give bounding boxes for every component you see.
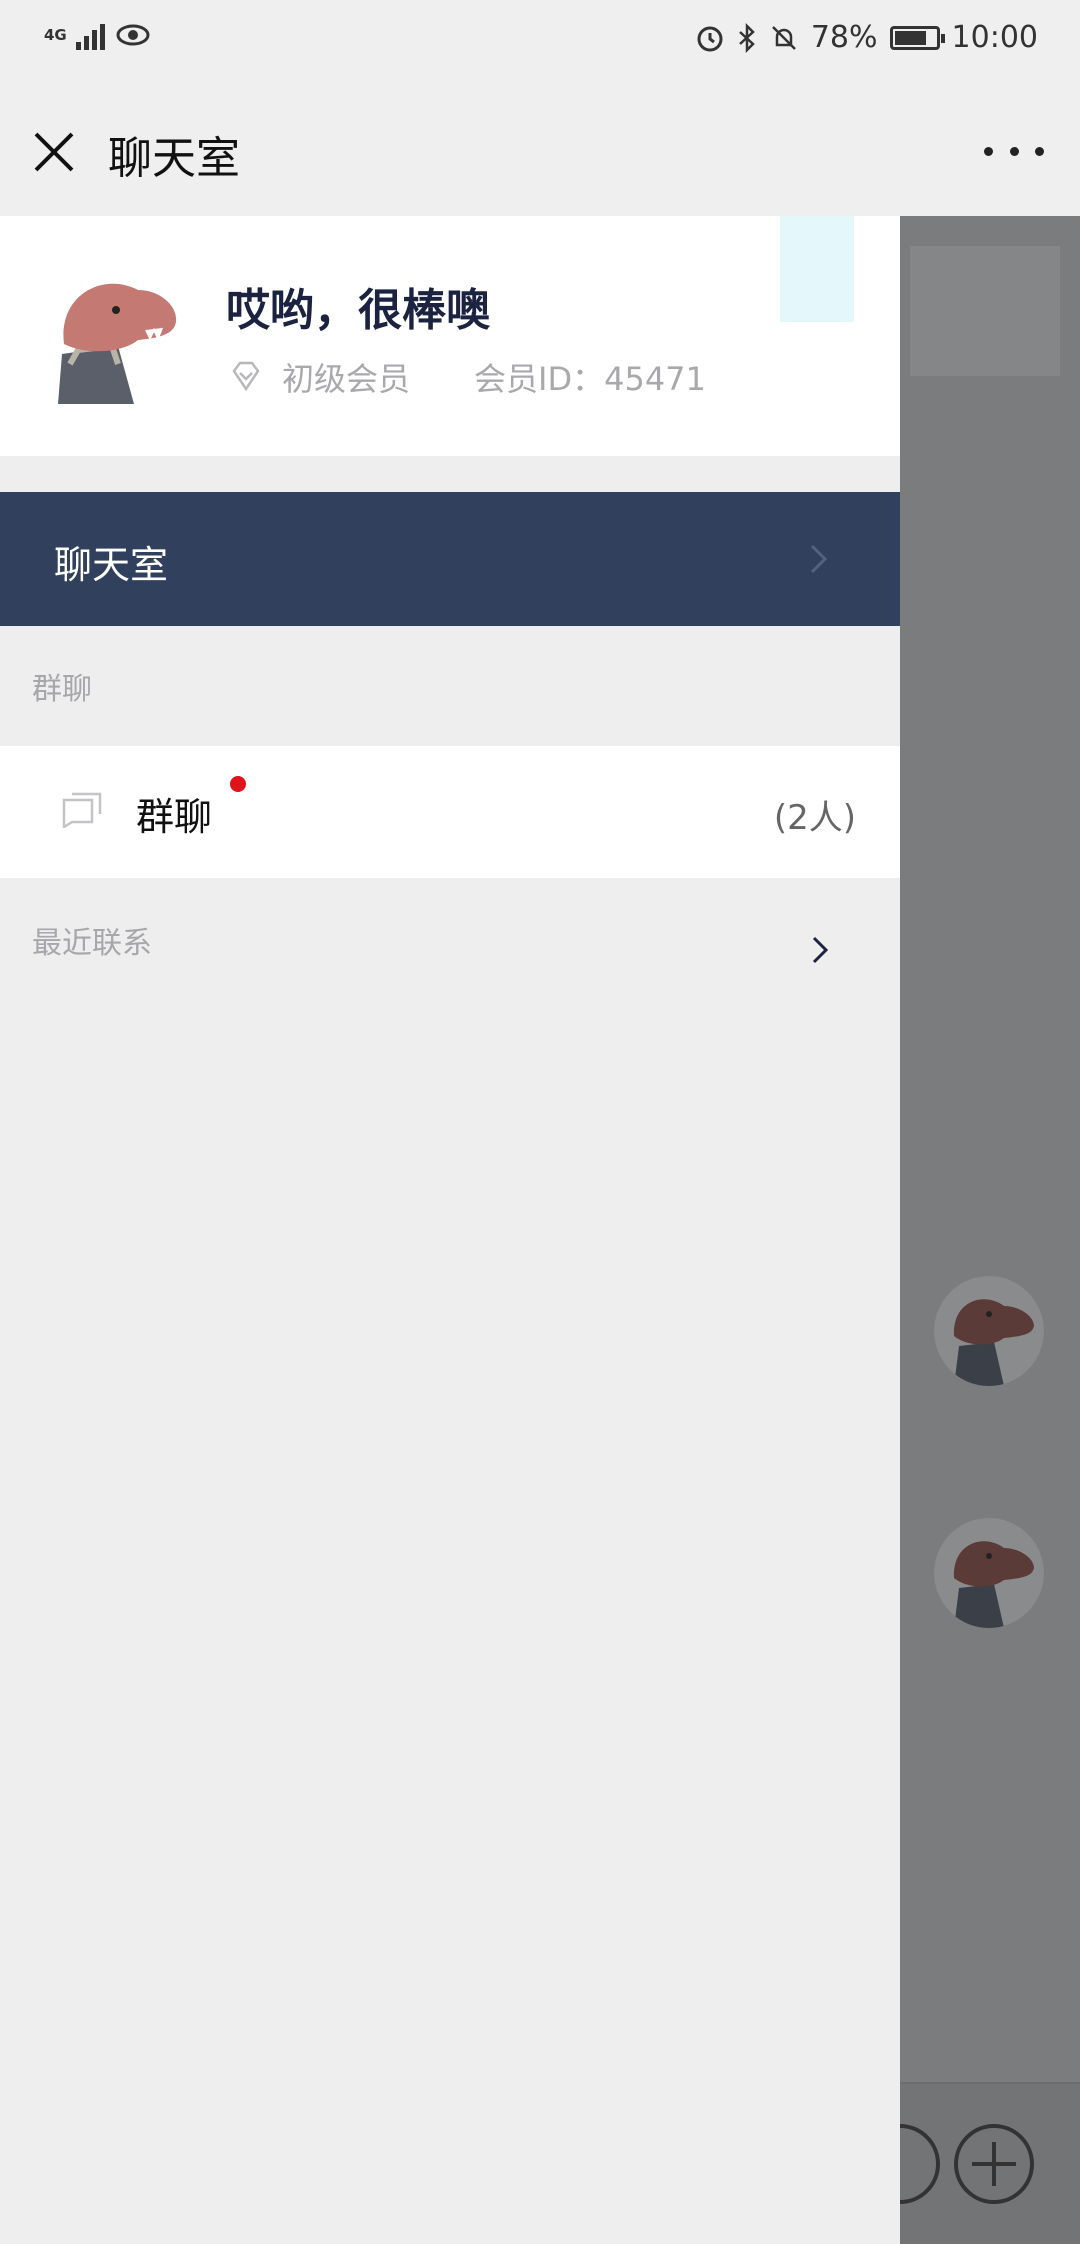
status-bar: 4G 78% 10:00 — [0, 0, 1080, 86]
clock: 10:00 — [951, 20, 1038, 55]
menu-item-chatroom[interactable]: 聊天室 — [0, 492, 900, 626]
chevron-right-icon[interactable] — [810, 934, 830, 966]
member-level: 初级会员 — [282, 360, 411, 398]
battery-fill — [894, 30, 926, 45]
unread-badge — [230, 776, 246, 792]
member-count: (2人) — [773, 798, 856, 838]
eye-icon — [116, 24, 150, 46]
avatar[interactable] — [48, 264, 188, 404]
status-right: 78% 10:00 — [695, 20, 1038, 55]
list-item-group[interactable]: 群聊 (2人) — [0, 746, 900, 878]
menu-item-label: 聊天室 — [54, 543, 169, 587]
battery-icon — [889, 25, 945, 50]
input-bar — [900, 2082, 1080, 2244]
bluetooth-icon — [738, 22, 755, 53]
background-overlay[interactable] — [900, 216, 1080, 2244]
chat-bubble-icon — [62, 792, 102, 828]
profile-card[interactable]: 哎哟，很棒噢 初级会员 会员ID：45471 — [0, 216, 900, 456]
member-id: 会员ID：45471 — [474, 360, 706, 398]
section-header-recent[interactable]: 最近联系 — [32, 918, 152, 962]
status-left: 4G — [44, 20, 151, 50]
mute-bell-icon — [771, 25, 796, 50]
chevron-right-icon — [810, 544, 828, 574]
title-bar: 聊天室 — [0, 86, 1080, 216]
chat-avatar — [934, 1518, 1044, 1628]
page-title: 聊天室 — [108, 133, 240, 184]
more-options-icon[interactable] — [984, 136, 1044, 166]
member-info: 初级会员 会员ID：45471 — [226, 354, 706, 400]
network-type: 4G — [44, 26, 67, 44]
signal-icon — [76, 20, 105, 50]
diamond-icon — [232, 361, 260, 392]
alarm-icon — [697, 26, 723, 51]
decoration — [780, 216, 854, 322]
side-drawer: 哎哟，很棒噢 初级会员 会员ID：45471 聊天室 群聊 群聊 (2人) 最近… — [0, 216, 900, 2244]
background-block — [910, 246, 1060, 376]
group-name: 群聊 — [136, 795, 213, 839]
chat-avatar — [934, 1276, 1044, 1386]
section-header-group: 群聊 — [32, 672, 92, 707]
close-icon[interactable] — [28, 126, 80, 178]
battery-percent: 78% — [810, 20, 878, 55]
add-icon[interactable] — [954, 2124, 1034, 2204]
emoji-icon[interactable] — [900, 2124, 940, 2204]
profile-name: 哎哟，很棒噢 — [226, 285, 490, 336]
